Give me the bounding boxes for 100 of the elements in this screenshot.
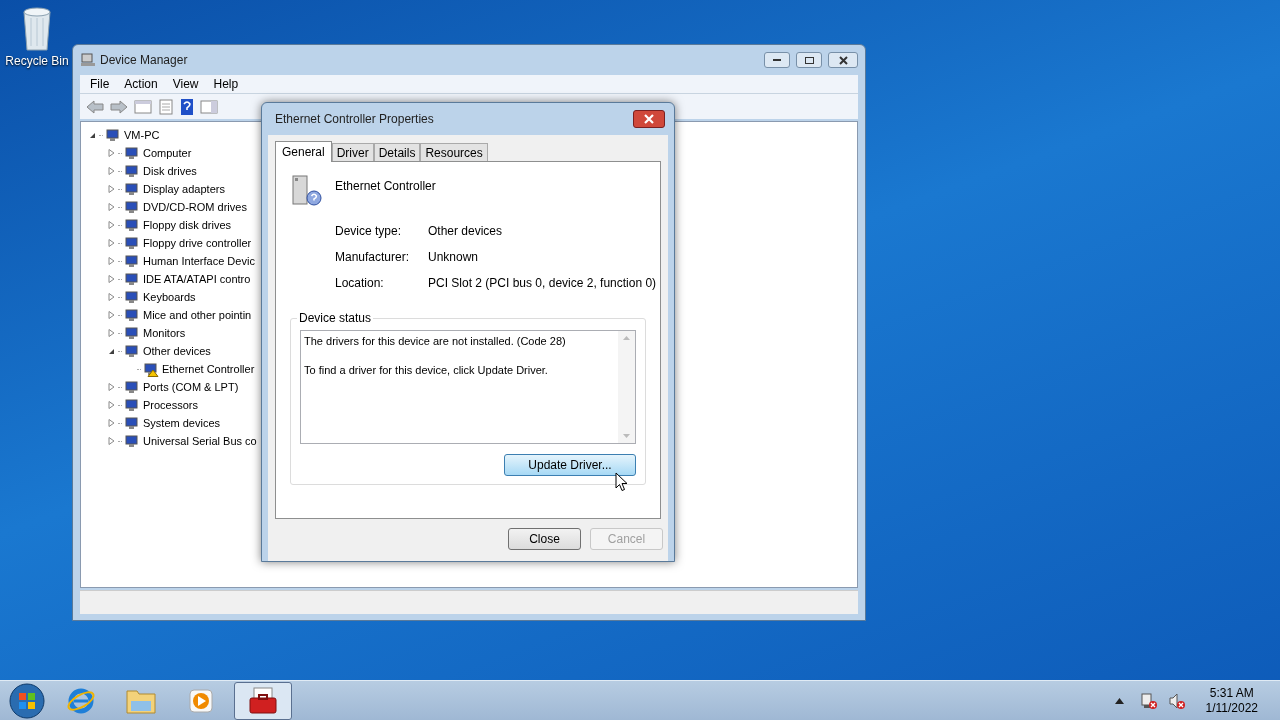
menu-item[interactable]: File	[90, 75, 110, 93]
status-message: The drivers for this device are not installed. (Code 28)	[304, 334, 567, 349]
tab[interactable]: General	[275, 141, 332, 162]
minimize-button[interactable]	[764, 52, 790, 68]
device-icon	[124, 325, 140, 341]
tab[interactable]: Resources	[420, 143, 488, 161]
show-hidden-icons-icon[interactable]	[1114, 697, 1124, 704]
tree-item[interactable]: Keyboards	[143, 288, 196, 306]
menu-item[interactable]: Action	[124, 75, 158, 93]
expand-arrow-icon[interactable]	[108, 149, 115, 157]
expand-arrow-icon[interactable]	[108, 401, 115, 409]
expand-arrow-icon[interactable]	[108, 437, 115, 445]
menu-item[interactable]: View	[172, 75, 199, 93]
mouse-cursor-icon	[615, 472, 628, 492]
device-icon	[124, 253, 140, 269]
property-value: PCI Slot 2 (PCI bus 0, device 2, function 0)	[428, 275, 657, 292]
forward-icon[interactable]	[110, 99, 128, 114]
expand-arrow-icon[interactable]	[108, 293, 115, 301]
tree-item[interactable]: Floppy drive controller	[143, 234, 252, 252]
menu-item[interactable]: Help	[213, 75, 239, 93]
collapse-arrow-icon[interactable]	[108, 347, 115, 355]
close-button[interactable]	[633, 110, 665, 128]
clock[interactable]: 5:31 AM 1/11/2022	[1205, 685, 1258, 716]
tree-item[interactable]: Computer	[143, 144, 192, 162]
scroll-down-icon[interactable]	[623, 434, 630, 438]
expand-arrow-icon[interactable]	[108, 167, 115, 175]
tab[interactable]: Driver	[331, 143, 374, 161]
expand-arrow-icon[interactable]	[108, 383, 115, 391]
clock-time: 5:31 AM	[1209, 685, 1254, 701]
tree-item[interactable]: System devices	[143, 414, 221, 432]
tree-item[interactable]: IDE ATA/ATAPI contro	[143, 270, 251, 288]
tree-item[interactable]: DVD/CD-ROM drives	[143, 198, 247, 216]
device-icon	[124, 415, 140, 431]
device-icon	[124, 289, 140, 305]
scroll-up-icon[interactable]	[623, 336, 630, 340]
property-value: Unknown	[428, 249, 480, 266]
close-icon	[838, 55, 848, 65]
restore-button[interactable]	[796, 52, 822, 68]
expand-arrow-icon[interactable]	[108, 239, 115, 247]
property-label: Manufacturer:	[335, 249, 411, 266]
speaker-muted-icon[interactable]	[1167, 691, 1186, 710]
help-icon[interactable]	[180, 97, 194, 116]
computer-icon	[80, 52, 96, 68]
desktop-icon-label[interactable]: Recycle Bin	[5, 52, 69, 70]
tree-item[interactable]: Ethernet Controller	[162, 360, 255, 378]
console-tree-icon[interactable]	[134, 98, 152, 115]
device-icon	[124, 343, 140, 359]
tree-item[interactable]: Human Interface Devic	[143, 252, 255, 270]
network-error-icon[interactable]	[1139, 691, 1158, 710]
expand-arrow-icon[interactable]	[108, 311, 115, 319]
dialog-button[interactable]: Close	[508, 528, 581, 550]
collapse-arrow-icon[interactable]	[89, 131, 96, 139]
recycle-bin-icon[interactable]	[20, 6, 54, 52]
clock-date: 1/11/2022	[1205, 700, 1258, 716]
device-icon	[124, 199, 140, 215]
tree-item[interactable]: VM-PC	[124, 126, 160, 144]
update-driver-button[interactable]: Update Driver...	[504, 454, 636, 476]
device-icon	[124, 397, 140, 413]
tree-item[interactable]: Processors	[143, 396, 199, 414]
tree-item[interactable]: Ports (COM & LPT)	[143, 378, 239, 396]
tree-item[interactable]: Floppy disk drives	[143, 216, 232, 234]
expand-arrow-icon[interactable]	[108, 203, 115, 211]
tree-item[interactable]: Universal Serial Bus co	[143, 432, 257, 450]
tree-item[interactable]: Disk drives	[143, 162, 197, 180]
back-icon[interactable]	[86, 99, 104, 114]
device-icon	[124, 217, 140, 233]
tree-item[interactable]: Other devices	[143, 342, 211, 360]
toolbox-icon	[248, 685, 278, 716]
tree-item[interactable]: Mice and other pointin	[143, 306, 252, 324]
tree-item[interactable]: Display adapters	[143, 180, 225, 198]
expand-arrow-icon[interactable]	[108, 257, 115, 265]
properties-icon[interactable]	[158, 98, 174, 115]
taskbar-button[interactable]	[234, 681, 292, 720]
device-icon	[124, 271, 140, 287]
tab[interactable]: Details	[373, 143, 421, 161]
warning-device-icon	[143, 361, 159, 377]
device-icon	[124, 163, 140, 179]
expand-arrow-icon[interactable]	[108, 329, 115, 337]
device-icon	[105, 127, 121, 143]
group-title: Device status	[297, 311, 374, 325]
property-label: Location:	[335, 275, 385, 292]
expand-arrow-icon[interactable]	[108, 221, 115, 229]
property-label: Device type:	[335, 223, 403, 240]
device-icon	[124, 307, 140, 323]
action-pane-icon[interactable]	[200, 98, 218, 115]
close-button[interactable]	[828, 52, 858, 68]
device-name: Ethernet Controller	[335, 178, 436, 195]
device-icon	[124, 145, 140, 161]
media-player-icon	[188, 687, 214, 714]
device-icon	[124, 181, 140, 197]
property-value: Other devices	[428, 223, 504, 240]
expand-arrow-icon[interactable]	[108, 275, 115, 283]
start-button[interactable]	[6, 681, 48, 720]
device-icon	[124, 379, 140, 395]
expand-arrow-icon[interactable]	[108, 185, 115, 193]
status-message: To find a driver for this device, click Update Driver.	[304, 362, 549, 378]
window-title: Device Manager	[100, 52, 188, 69]
tree-item[interactable]: Monitors	[143, 324, 186, 342]
dialog-title: Ethernet Controller Properties	[275, 111, 434, 128]
expand-arrow-icon[interactable]	[108, 419, 115, 427]
